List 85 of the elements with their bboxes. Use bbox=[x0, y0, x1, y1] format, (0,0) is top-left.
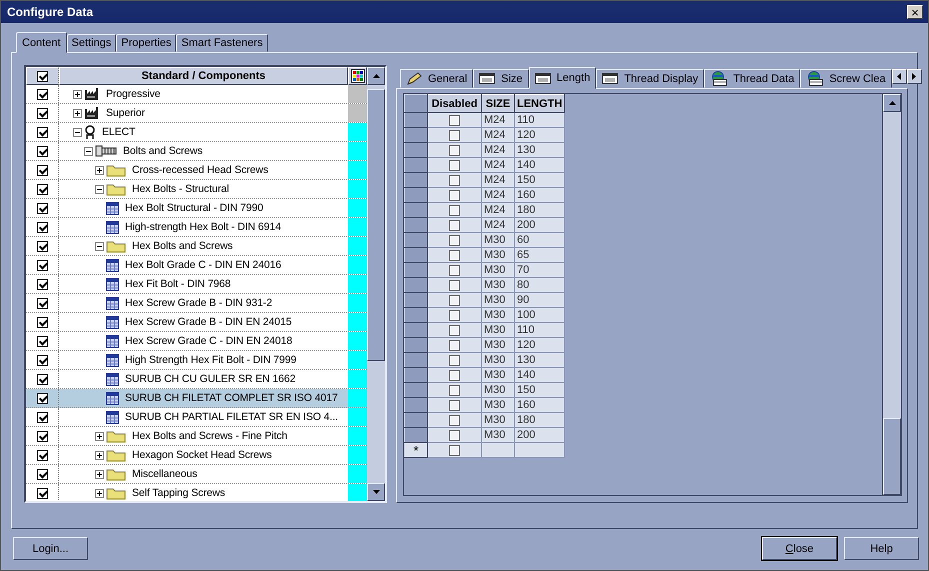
dialog-button[interactable]: Help bbox=[844, 537, 919, 560]
table-cell: M30 bbox=[482, 262, 514, 278]
table-cell: 60 bbox=[514, 232, 565, 248]
table-cell: M30 bbox=[482, 308, 514, 322]
tree-item[interactable]: High Strength Hex Fit Bolt - DIN 7999 bbox=[125, 354, 296, 366]
table-cell: 180 bbox=[514, 202, 565, 218]
tree-item[interactable]: SURUB CH PARTIAL FILETAT SR EN ISO 4... bbox=[125, 411, 338, 423]
table-cell: M24 bbox=[482, 218, 514, 232]
table-cell: M24 bbox=[482, 172, 514, 188]
tab[interactable]: Thread Data bbox=[704, 69, 800, 88]
tree-item[interactable]: Hex Bolts - Structural bbox=[132, 183, 229, 195]
tree-item[interactable]: Hex Bolt Grade C - DIN EN 24016 bbox=[125, 259, 282, 271]
table-cell: M30 bbox=[482, 398, 514, 412]
table-cell: 200 bbox=[514, 218, 565, 232]
window-title: Configure Data bbox=[7, 5, 94, 19]
tree-item[interactable]: Hex Bolts and Screws - Fine Pitch bbox=[132, 430, 288, 442]
table-cell: M30 bbox=[482, 382, 514, 398]
table-cell: 110 bbox=[514, 112, 565, 128]
table-cell: M24 bbox=[482, 188, 514, 202]
tab[interactable]: Smart Fasteners bbox=[176, 34, 268, 52]
table-cell: M30 bbox=[482, 278, 514, 292]
table-cell: 140 bbox=[514, 368, 565, 382]
table-cell: M30 bbox=[482, 292, 514, 308]
table-cell: M30 bbox=[482, 232, 514, 248]
tree-item[interactable]: Superior bbox=[106, 107, 145, 119]
table-cell: 130 bbox=[514, 352, 565, 368]
login-button[interactable]: Login... bbox=[13, 537, 88, 560]
tab[interactable]: Thread Display bbox=[596, 69, 704, 88]
table-cell: 200 bbox=[514, 428, 565, 442]
tree-item[interactable]: High-strength Hex Bolt - DIN 6914 bbox=[125, 221, 282, 233]
table-cell: 120 bbox=[514, 338, 565, 352]
tree-item[interactable]: Hex Bolts and Screws bbox=[132, 240, 233, 252]
tab[interactable]: Screw Clea bbox=[800, 69, 892, 88]
tree-item[interactable]: Hex Fit Bolt - DIN 7968 bbox=[125, 278, 231, 290]
table-cell: M30 bbox=[482, 322, 514, 338]
table-cell: 150 bbox=[514, 172, 565, 188]
table-cell: M30 bbox=[482, 352, 514, 368]
tab[interactable]: Content bbox=[16, 32, 67, 53]
tree-item[interactable]: Progressive bbox=[106, 88, 160, 100]
tree-item[interactable]: Self Tapping Screws bbox=[132, 487, 226, 499]
tree-item[interactable]: Hex Screw Grade B - DIN EN 24015 bbox=[125, 316, 292, 328]
table-cell: M24 bbox=[482, 128, 514, 142]
tree-item[interactable]: Hex Screw Grade B - DIN 931-2 bbox=[125, 297, 272, 309]
tab[interactable]: Length bbox=[528, 67, 596, 89]
column-header[interactable]: LENGTH bbox=[514, 94, 565, 112]
tree-item[interactable]: Miscellaneous bbox=[132, 468, 198, 480]
table-cell: 120 bbox=[514, 128, 565, 142]
table-cell: 130 bbox=[514, 142, 565, 158]
table-cell: M24 bbox=[482, 202, 514, 218]
column-header[interactable]: Disabled bbox=[428, 94, 482, 112]
table-cell: 80 bbox=[514, 278, 565, 292]
table-cell: M30 bbox=[482, 412, 514, 428]
tree-item[interactable]: Bolts and Screws bbox=[123, 145, 203, 157]
tree-item[interactable]: SURUB CH CU GULER SR EN 1662 bbox=[125, 373, 296, 385]
table-cell: 160 bbox=[514, 398, 565, 412]
close-button[interactable]: × bbox=[907, 5, 923, 19]
column-header[interactable]: SIZE bbox=[482, 94, 514, 112]
table-cell: M30 bbox=[482, 428, 514, 442]
table-cell: 90 bbox=[514, 292, 565, 308]
tab[interactable]: General bbox=[400, 69, 474, 88]
table-cell: 150 bbox=[514, 382, 565, 398]
tree-item[interactable]: Cross-recessed Head Screws bbox=[132, 164, 268, 176]
table-cell: M24 bbox=[482, 158, 514, 172]
tree-item[interactable]: Hex Screw Grade C - DIN EN 24018 bbox=[125, 335, 292, 347]
tab[interactable]: Size bbox=[473, 69, 529, 88]
table-cell: 65 bbox=[514, 248, 565, 262]
tree-item[interactable]: Hex Bolt Structural - DIN 7990 bbox=[125, 202, 264, 214]
table-cell: 140 bbox=[514, 158, 565, 172]
table-cell: M24 bbox=[482, 112, 514, 128]
table-cell: 100 bbox=[514, 308, 565, 322]
table-cell: 70 bbox=[514, 262, 565, 278]
dialog-button[interactable]: Close bbox=[762, 537, 837, 560]
table-cell: 160 bbox=[514, 188, 565, 202]
tab[interactable]: Properties bbox=[116, 34, 176, 52]
tree-item[interactable]: Hexagon Socket Head Screws bbox=[132, 449, 272, 461]
table-cell: 110 bbox=[514, 322, 565, 338]
tree-item[interactable]: ELECT bbox=[102, 126, 136, 138]
tab[interactable]: Settings bbox=[66, 34, 116, 52]
table-cell: M30 bbox=[482, 338, 514, 352]
table-cell: M30 bbox=[482, 368, 514, 382]
table-cell: M24 bbox=[482, 142, 514, 158]
table-cell: M30 bbox=[482, 248, 514, 262]
new-row-marker: * bbox=[404, 442, 428, 458]
column-header[interactable]: Standard / Components bbox=[59, 67, 348, 85]
table-cell: 180 bbox=[514, 412, 565, 428]
